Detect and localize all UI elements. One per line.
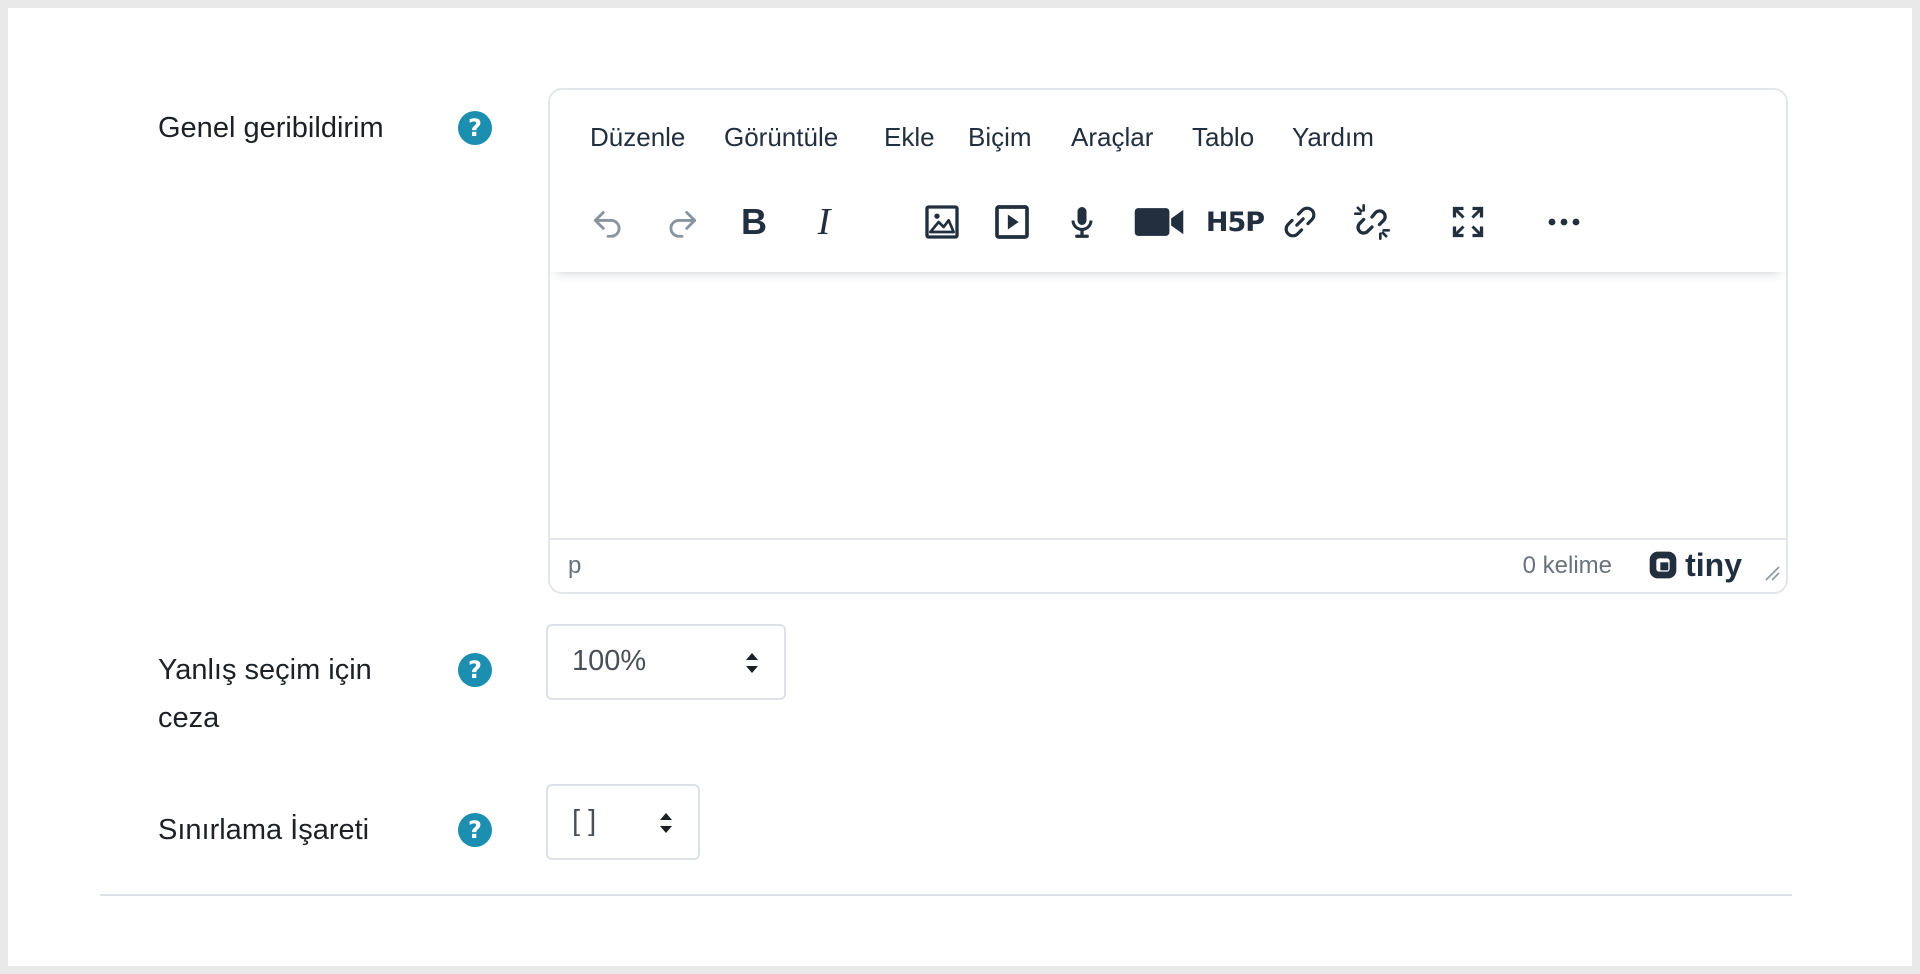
- editor-content-area[interactable]: [550, 272, 1786, 538]
- unlink-button[interactable]: [1344, 194, 1400, 250]
- h5p-button[interactable]: H5P: [1202, 194, 1268, 250]
- tiny-brand[interactable]: tiny: [1647, 548, 1742, 582]
- editor-statusbar: p 0 kelime tiny: [550, 538, 1786, 592]
- tiny-brand-text: tiny: [1685, 547, 1742, 583]
- section-divider: [100, 894, 1792, 896]
- tiny-logo-icon: [1649, 551, 1677, 579]
- penalty-select[interactable]: 100%: [546, 624, 786, 700]
- menu-help[interactable]: Yardım: [1292, 122, 1374, 153]
- editor-menubar: Düzenle Görüntüle Ekle Biçim Araçlar Tab…: [550, 90, 1786, 172]
- more-button[interactable]: [1536, 194, 1592, 250]
- bold-button[interactable]: B: [726, 194, 782, 250]
- select-caret-icon: [660, 813, 672, 833]
- undo-icon: [593, 211, 621, 238]
- help-icon[interactable]: ?: [458, 653, 492, 687]
- record-audio-button[interactable]: [1054, 194, 1110, 250]
- delimiter-select-value: [ ]: [572, 805, 597, 837]
- more-icon: [1548, 218, 1580, 226]
- delimiter-select[interactable]: [ ]: [546, 784, 700, 860]
- help-icon[interactable]: ?: [458, 813, 492, 847]
- image-button[interactable]: [914, 194, 970, 250]
- record-video-button[interactable]: [1126, 194, 1192, 250]
- video-camera-icon: [1134, 208, 1184, 236]
- page: Genel geribildirim ? Düzenle Görüntüle E…: [8, 8, 1912, 966]
- element-path[interactable]: p: [568, 552, 581, 580]
- link-icon: [1284, 206, 1316, 238]
- media-button[interactable]: [984, 194, 1040, 250]
- link-button[interactable]: [1272, 194, 1328, 250]
- redo-button[interactable]: [654, 194, 710, 250]
- menu-tools[interactable]: Araçlar: [1071, 122, 1153, 153]
- menu-table[interactable]: Tablo: [1192, 122, 1254, 153]
- general-feedback-label: Genel geribildirim: [158, 112, 384, 144]
- image-icon: [925, 205, 959, 239]
- help-icon[interactable]: ?: [458, 111, 492, 145]
- menu-view[interactable]: Görüntüle: [724, 122, 838, 153]
- delimiter-label: Sınırlama İşareti: [158, 814, 370, 846]
- penalty-label-line1: Yanlış seçim için: [158, 654, 372, 686]
- rich-text-editor: Düzenle Görüntüle Ekle Biçim Araçlar Tab…: [548, 88, 1788, 594]
- penalty-label-line2: ceza: [158, 702, 220, 734]
- undo-button[interactable]: [580, 194, 636, 250]
- media-icon: [995, 205, 1029, 239]
- unlink-icon: [1354, 204, 1390, 241]
- menu-insert[interactable]: Ekle: [884, 122, 935, 153]
- resize-icon: [1765, 566, 1780, 581]
- redo-icon: [669, 211, 697, 238]
- italic-button[interactable]: I: [796, 194, 852, 250]
- menu-edit[interactable]: Düzenle: [590, 122, 685, 153]
- fullscreen-button[interactable]: [1440, 194, 1496, 250]
- resize-handle[interactable]: [1762, 563, 1780, 586]
- select-caret-icon: [746, 653, 758, 673]
- word-count[interactable]: 0 kelime: [1523, 552, 1612, 580]
- fullscreen-icon: [1452, 206, 1484, 238]
- menu-format[interactable]: Biçim: [968, 122, 1032, 153]
- penalty-select-value: 100%: [572, 645, 647, 677]
- microphone-icon: [1071, 207, 1093, 238]
